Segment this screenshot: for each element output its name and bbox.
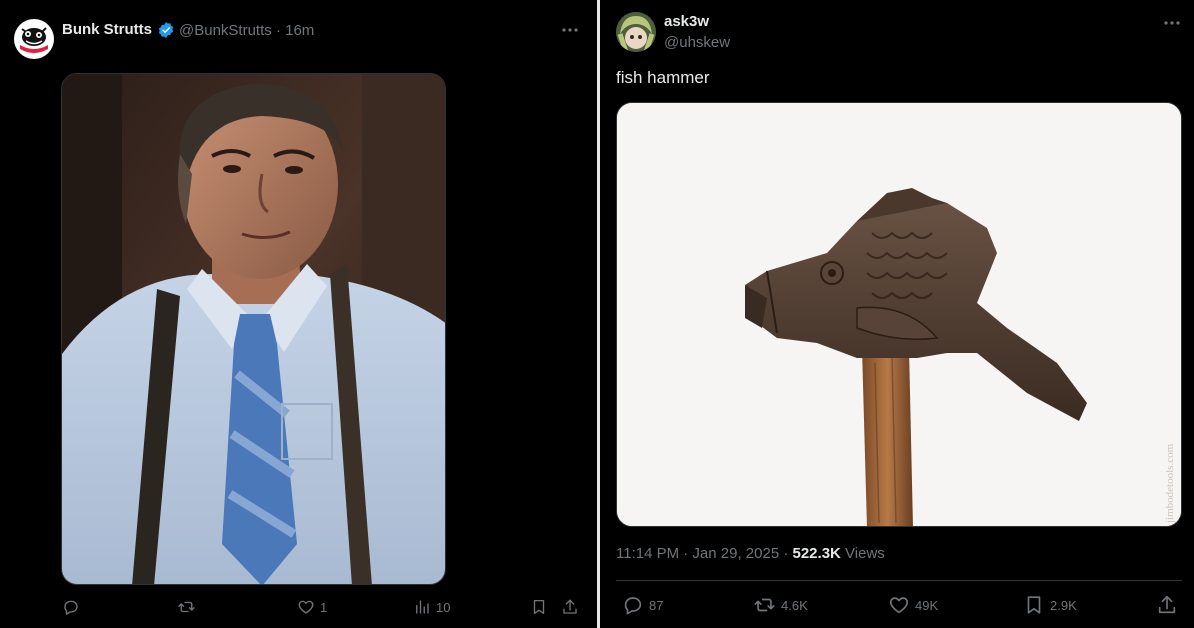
repost-icon [754,598,775,612]
views-button[interactable]: 10 [413,598,450,616]
share-icon [563,599,577,614]
bookmark-icon [533,599,545,615]
repost-button[interactable] [177,598,201,616]
bookmark-button[interactable]: 2.9K [1023,594,1077,616]
more-options-icon[interactable] [1162,13,1182,33]
timestamp[interactable]: 11:14 PM · Jan 29, 2025 · [616,545,793,562]
tweet-photo[interactable]: jimbodetools.com [616,102,1182,527]
tweet-photo[interactable] [61,73,446,585]
reply-button[interactable]: 87 [622,594,663,616]
separator-dot: · [275,22,281,39]
reply-count: 87 [649,597,664,613]
heart-icon [298,600,314,614]
author-name[interactable]: ask3w [664,13,709,30]
right-tweet: ask3w @uhskew fish hammer jimbodetools.c… [600,0,1194,628]
verified-badge-icon[interactable] [157,21,175,44]
reply-button[interactable] [62,598,85,616]
bookmark-button[interactable] [530,598,548,616]
share-button[interactable] [1156,594,1178,616]
like-button[interactable]: 49K [888,594,938,616]
repost-icon [178,601,195,613]
tweet-text: fish hammer [616,68,710,87]
share-icon [1158,595,1176,614]
like-count: 49K [915,597,939,613]
views-label: Views [840,545,885,562]
author-name[interactable]: Bunk Strutts [62,21,152,38]
avatar-logo-icon [15,20,53,58]
tweet-meta: 11:14 PM · Jan 29, 2025 · 522.3K Views [616,545,885,562]
fish-hammer-image: jimbodetools.com [617,103,1181,526]
more-options-icon[interactable] [560,20,580,40]
meta-divider [616,580,1182,581]
author-handle[interactable]: @BunkStrutts · 16m [179,22,314,39]
share-button[interactable] [561,598,579,616]
handle-text: @BunkStrutts [179,22,272,39]
heart-icon [889,597,909,614]
avatar-character-icon [616,12,656,52]
reply-icon [624,597,642,615]
author-handle[interactable]: @uhskew [664,34,730,51]
like-count: 1 [320,599,328,615]
repost-count: 4.6K [781,597,808,613]
repost-button[interactable]: 4.6K [753,594,808,616]
like-button[interactable]: 1 [297,598,327,616]
views-count: 10 [436,599,451,615]
bookmark-count: 2.9K [1050,597,1077,613]
views-count: 522.3K [792,545,841,562]
bunkstrutts-avatar[interactable] [14,19,54,59]
reply-icon [64,600,78,615]
time-ago[interactable]: 16m [285,22,314,39]
bookmark-icon [1027,596,1041,614]
ask3w-avatar[interactable] [616,12,656,52]
portrait-photo-image [62,74,445,584]
analytics-icon [416,600,429,614]
image-watermark: jimbodetools.com [1164,443,1176,524]
left-tweet: Bunk Strutts @BunkStrutts · 16m 1 10 [0,0,597,628]
